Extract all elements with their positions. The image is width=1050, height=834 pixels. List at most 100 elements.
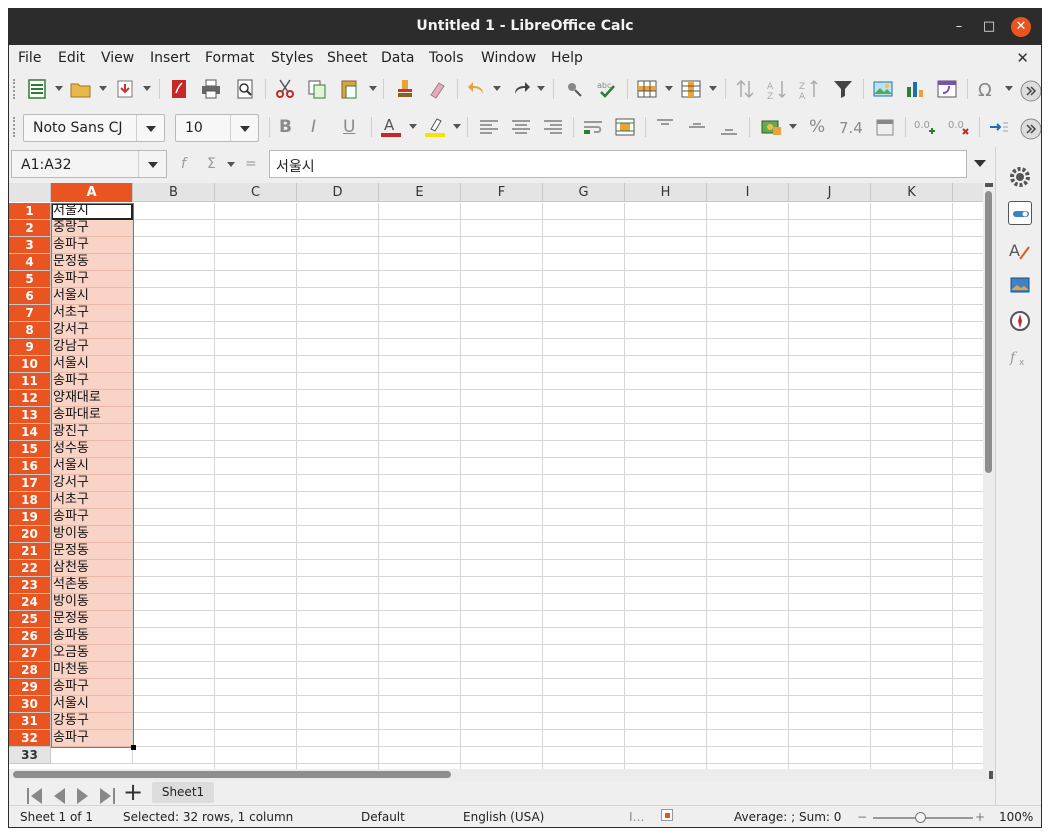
- menu-window[interactable]: Window: [481, 50, 536, 66]
- sum-icon[interactable]: Σ: [207, 156, 216, 172]
- merge-cells-icon[interactable]: [613, 115, 637, 139]
- menu-sheet[interactable]: Sheet: [327, 50, 367, 66]
- cell-a[interactable]: 강동구: [51, 713, 133, 730]
- horizontal-split-handle[interactable]: [989, 771, 993, 779]
- highlight-icon[interactable]: [423, 115, 447, 139]
- find-replace-icon[interactable]: [563, 77, 587, 101]
- cell-a[interactable]: 송파구: [51, 237, 133, 254]
- zoom-out-icon[interactable]: −: [857, 810, 867, 824]
- cell-a[interactable]: 삼천동: [51, 560, 133, 577]
- fill-handle[interactable]: [131, 745, 136, 750]
- row-header[interactable]: 9: [9, 339, 51, 356]
- highlight-dropdown[interactable]: [453, 124, 461, 129]
- chart-icon[interactable]: [903, 77, 927, 101]
- cell-a[interactable]: 문정동: [51, 611, 133, 628]
- undo-icon[interactable]: [465, 77, 489, 101]
- redo-dropdown[interactable]: [537, 86, 545, 91]
- document-modified-icon[interactable]: [661, 809, 673, 821]
- menu-format[interactable]: Format: [205, 50, 254, 66]
- cell-a[interactable]: 송파대로: [51, 407, 133, 424]
- row-header[interactable]: 13: [9, 407, 51, 424]
- underline-icon[interactable]: U: [343, 117, 355, 137]
- cell-a[interactable]: [51, 747, 133, 764]
- sheet-tab-sheet1[interactable]: Sheet1: [152, 782, 214, 803]
- bold-icon[interactable]: B: [279, 117, 292, 137]
- spreadsheet-grid[interactable]: A B C D E F G H I J K 1 서울시 2 중랑구 3 송파구 4 문정동 5 송…: [9, 183, 995, 769]
- cell-a[interactable]: 성수동: [51, 441, 133, 458]
- column-header-f[interactable]: F: [461, 183, 543, 202]
- toolbar-grip[interactable]: [13, 79, 16, 99]
- menu-insert[interactable]: Insert: [150, 50, 190, 66]
- sort-icon[interactable]: [733, 77, 757, 101]
- cut-icon[interactable]: [273, 77, 297, 101]
- row-header[interactable]: 3: [9, 237, 51, 254]
- column-header-k[interactable]: K: [871, 183, 953, 202]
- row-header[interactable]: 5: [9, 271, 51, 288]
- functions-icon[interactable]: fx: [1008, 345, 1032, 369]
- toolbar-grip[interactable]: [13, 117, 16, 137]
- sidebar-settings-icon[interactable]: [1008, 165, 1032, 189]
- cell-a[interactable]: 광진구: [51, 424, 133, 441]
- cell-a[interactable]: 양재대로: [51, 390, 133, 407]
- column-header-j[interactable]: J: [789, 183, 871, 202]
- clear-formatting-icon[interactable]: [425, 77, 449, 101]
- gallery-icon[interactable]: [1008, 273, 1032, 297]
- row-header[interactable]: 17: [9, 475, 51, 492]
- select-all-corner[interactable]: [9, 183, 51, 202]
- next-sheet-icon[interactable]: [71, 784, 89, 804]
- sort-ascending-icon[interactable]: AZ: [765, 77, 789, 102]
- cell-a[interactable]: 석촌동: [51, 577, 133, 594]
- row-header[interactable]: 27: [9, 645, 51, 662]
- last-sheet-icon[interactable]: [95, 784, 115, 804]
- align-right-icon[interactable]: [541, 115, 565, 139]
- font-name-dropdown[interactable]: [136, 115, 164, 141]
- font-name-combobox[interactable]: Noto Sans CJ: [23, 114, 165, 142]
- function-wizard-icon[interactable]: f: [181, 156, 186, 172]
- row-header[interactable]: 11: [9, 373, 51, 390]
- column-header-c[interactable]: C: [215, 183, 297, 202]
- redo-icon[interactable]: [509, 77, 533, 101]
- wrap-text-icon[interactable]: [581, 115, 605, 139]
- font-size-dropdown[interactable]: [230, 115, 258, 141]
- row-header[interactable]: 4: [9, 254, 51, 271]
- active-cell[interactable]: 서울시: [51, 203, 133, 220]
- date-format-icon[interactable]: [873, 115, 897, 139]
- new-icon[interactable]: [25, 77, 49, 101]
- export-pdf-icon[interactable]: [167, 77, 191, 101]
- cell-a[interactable]: 방이동: [51, 526, 133, 543]
- cell-a[interactable]: 송파구: [51, 730, 133, 747]
- row-icon[interactable]: [635, 77, 659, 101]
- special-character-dropdown[interactable]: [1005, 86, 1013, 91]
- align-center-icon[interactable]: [509, 115, 533, 139]
- pivot-table-icon[interactable]: [935, 77, 959, 101]
- styles-icon[interactable]: A: [1008, 239, 1032, 263]
- menu-tools[interactable]: Tools: [429, 50, 464, 66]
- percent-icon[interactable]: %: [809, 117, 825, 137]
- row-header[interactable]: 6: [9, 288, 51, 305]
- row-header[interactable]: 16: [9, 458, 51, 475]
- row-header[interactable]: 10: [9, 356, 51, 373]
- insert-mode-icon[interactable]: I…: [629, 810, 645, 824]
- row-header[interactable]: 31: [9, 713, 51, 730]
- cell-a[interactable]: 강서구: [51, 322, 133, 339]
- row-header[interactable]: 24: [9, 594, 51, 611]
- align-vcenter-icon[interactable]: [685, 115, 709, 139]
- formula-input[interactable]: 서울시: [269, 150, 967, 178]
- expand-formula-bar-icon[interactable]: [969, 150, 991, 178]
- cell-a[interactable]: 중랑구: [51, 220, 133, 237]
- cell-a[interactable]: 서울시: [51, 288, 133, 305]
- row-header[interactable]: 1: [9, 203, 51, 220]
- paste-icon[interactable]: [337, 77, 361, 101]
- row-header[interactable]: 19: [9, 509, 51, 526]
- cell-a[interactable]: 서울시: [51, 356, 133, 373]
- zoom-in-icon[interactable]: +: [975, 810, 985, 824]
- image-icon[interactable]: [871, 77, 895, 101]
- indent-icon[interactable]: [987, 115, 1011, 139]
- row-header[interactable]: 22: [9, 560, 51, 577]
- row-header[interactable]: 23: [9, 577, 51, 594]
- cell-a[interactable]: 문정동: [51, 254, 133, 271]
- cell-a[interactable]: 송파구: [51, 373, 133, 390]
- align-left-icon[interactable]: [477, 115, 501, 139]
- vertical-split-handle[interactable]: [985, 183, 993, 187]
- paste-dropdown[interactable]: [369, 86, 377, 91]
